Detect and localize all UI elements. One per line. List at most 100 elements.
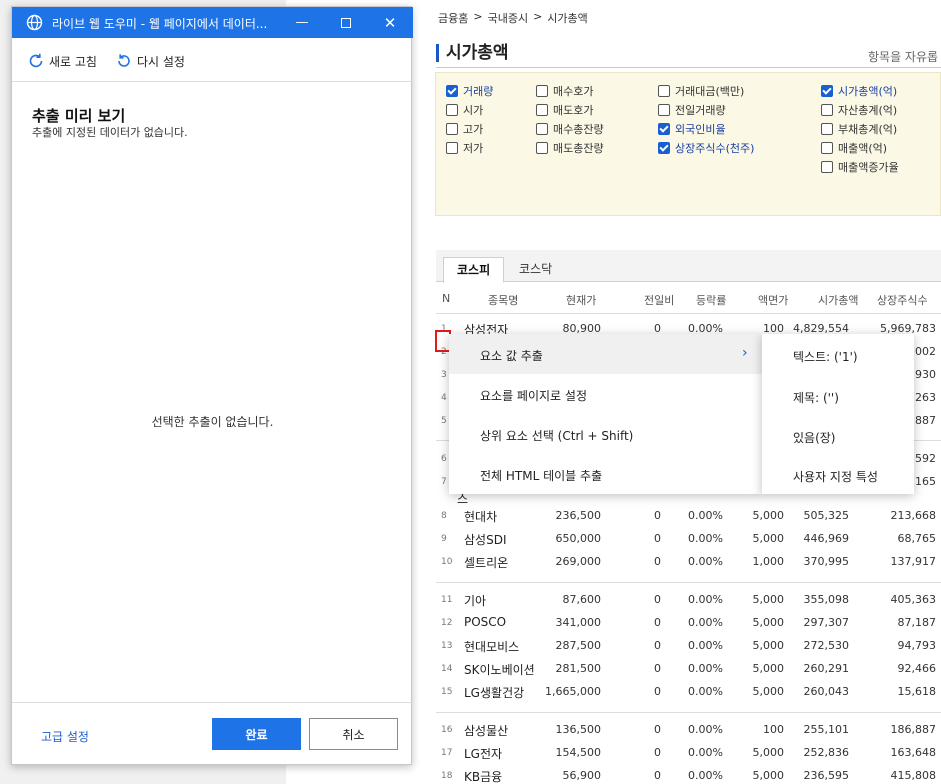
cancel-button[interactable]: 취소 bbox=[309, 718, 398, 750]
cell-face: 5,000 bbox=[752, 509, 785, 522]
cell-face: 5,000 bbox=[752, 639, 785, 652]
column-option-checkbox[interactable]: 거래량 bbox=[446, 83, 493, 99]
column-option-checkbox[interactable]: 매수총잔량 bbox=[536, 121, 604, 137]
checkbox-unchecked-icon bbox=[536, 104, 548, 116]
table-row[interactable]: 17 LG전자 154,500 0 0.00% 5,000 252,836 163,648 bbox=[436, 742, 941, 764]
cell-diff: 0 bbox=[654, 662, 661, 675]
stock-name-link[interactable]: POSCO bbox=[464, 615, 506, 629]
tab-kosdaq[interactable]: 코스닥 bbox=[506, 257, 565, 283]
table-row[interactable]: 12 POSCO 341,000 0 0.00% 5,000 297,307 87,187 bbox=[436, 612, 941, 634]
column-option-checkbox[interactable]: 전일거래량 bbox=[658, 102, 726, 118]
table-row[interactable]: 16 삼성물산 136,500 0 0.00% 100 255,101 186,887 bbox=[436, 719, 941, 741]
tab-kospi[interactable]: 코스피 bbox=[443, 257, 505, 283]
cell-price: 87,600 bbox=[562, 593, 602, 606]
stock-name-link[interactable]: 기아 bbox=[464, 592, 486, 609]
column-option-checkbox[interactable]: 저가 bbox=[446, 140, 483, 156]
reset-button[interactable]: 다시 설정 bbox=[115, 52, 185, 70]
cell-shares: 186,887 bbox=[890, 723, 937, 736]
column-option-checkbox[interactable]: 매수호가 bbox=[536, 83, 593, 99]
breadcrumb-item[interactable]: 시가총액 bbox=[547, 10, 587, 26]
stock-name-link[interactable]: 삼성SDI bbox=[464, 531, 506, 548]
cell-shares: 415,808 bbox=[890, 769, 937, 782]
submenu-item-exists[interactable]: 있음(장) bbox=[793, 429, 835, 446]
row-number: 17 bbox=[441, 748, 453, 758]
row-number: 12 bbox=[441, 618, 453, 628]
checkbox-label: 거래량 bbox=[463, 85, 494, 98]
done-button[interactable]: 완료 bbox=[212, 718, 301, 750]
col-face: 액면가 bbox=[758, 294, 789, 307]
cell-shares: 68,765 bbox=[897, 532, 937, 545]
table-row[interactable]: 9 삼성SDI 650,000 0 0.00% 5,000 446,969 68,765 bbox=[436, 528, 941, 550]
checkbox-unchecked-icon bbox=[821, 104, 833, 116]
breadcrumb-item[interactable]: 국내증시 bbox=[488, 10, 528, 26]
column-option-checkbox[interactable]: 부채총계(억) bbox=[821, 121, 897, 137]
cell-diff: 0 bbox=[654, 532, 661, 545]
row-number: 11 bbox=[441, 595, 453, 605]
maximize-button[interactable] bbox=[324, 7, 368, 38]
checkbox-unchecked-icon bbox=[446, 142, 458, 154]
row-number: 3 bbox=[441, 370, 447, 380]
refresh-button[interactable]: 새로 고침 bbox=[27, 52, 97, 70]
column-option-checkbox[interactable]: 상장주식수(천주) bbox=[658, 140, 754, 156]
stock-name-link[interactable]: 현대모비스 bbox=[464, 638, 519, 655]
column-option-checkbox[interactable]: 매출액(억) bbox=[821, 140, 887, 156]
col-rate: 등락률 bbox=[696, 294, 727, 307]
table-row[interactable]: 15 LG생활건강 1,665,000 0 0.00% 5,000 260,043 15,61… bbox=[436, 681, 941, 703]
column-option-checkbox[interactable]: 시가총액(억) bbox=[821, 83, 897, 99]
column-option-checkbox[interactable]: 거래대금(백만) bbox=[658, 83, 744, 99]
checkbox-unchecked-icon bbox=[446, 123, 458, 135]
live-web-helper-window: 라이브 웹 도우미 - 웹 페이지에서 데이터... — ✕ 새로 고침 다시 … bbox=[11, 6, 413, 765]
stock-name-link[interactable]: 셀트리온 bbox=[464, 554, 508, 571]
column-option-checkbox[interactable]: 매도호가 bbox=[536, 102, 593, 118]
table-row[interactable]: 10 셀트리온 269,000 0 0.00% 1,000 370,995 137,917 bbox=[436, 551, 941, 573]
checkbox-label: 시가 bbox=[463, 104, 484, 117]
stock-name-link[interactable]: 현대차 bbox=[464, 508, 497, 525]
checkbox-unchecked-icon bbox=[821, 161, 833, 173]
menu-item-select-parent[interactable]: 상위 요소 선택 (Ctrl + Shift) bbox=[449, 414, 762, 454]
checkbox-label: 시가총액(억) bbox=[838, 85, 898, 98]
breadcrumb-item[interactable]: 금융홈 bbox=[438, 10, 468, 26]
chevron-right-icon: › bbox=[742, 345, 748, 361]
stock-name-link[interactable]: LG전자 bbox=[464, 745, 502, 762]
breadcrumb-separator: > bbox=[473, 10, 483, 23]
checkbox-label: 매도총잔량 bbox=[553, 142, 604, 155]
submenu-item-text[interactable]: 텍스트: ('1') bbox=[793, 348, 858, 365]
stock-name-link[interactable]: LG생활건강 bbox=[464, 684, 524, 701]
empty-state-text: 선택한 추출이 없습니다. bbox=[151, 415, 274, 429]
stock-name-link[interactable]: KB금융 bbox=[464, 768, 502, 784]
row-number: 7 bbox=[441, 477, 447, 487]
cell-rate: 0.00% bbox=[688, 509, 723, 522]
column-option-checkbox[interactable]: 시가 bbox=[446, 102, 483, 118]
minimize-button[interactable]: — bbox=[280, 7, 324, 38]
column-option-checkbox[interactable]: 고가 bbox=[446, 121, 483, 137]
submenu-item-custom-attribute[interactable]: 사용자 지정 특성 bbox=[793, 468, 878, 485]
close-button[interactable]: ✕ bbox=[368, 7, 412, 38]
table-row[interactable]: 18 KB금융 56,900 0 0.00% 5,000 236,595 415,808 bbox=[436, 765, 941, 784]
cell-shares: 94,793 bbox=[897, 639, 937, 652]
cell-diff: 0 bbox=[654, 685, 661, 698]
cell-price: 269,000 bbox=[555, 555, 602, 568]
cell-shares: 405,363 bbox=[890, 593, 937, 606]
column-option-checkbox[interactable]: 매도총잔량 bbox=[536, 140, 604, 156]
column-option-checkbox[interactable]: 외국인비율 bbox=[658, 121, 726, 137]
menu-item-extract-table[interactable]: 전체 HTML 테이블 추출 bbox=[449, 454, 762, 494]
table-row[interactable]: 14 SK이노베이션 281,500 0 0.00% 5,000 260,291 92,466 bbox=[436, 658, 941, 680]
column-option-checkbox[interactable]: 매출액증가율 bbox=[821, 159, 899, 175]
stock-name-link[interactable]: SK이노베이션 bbox=[464, 661, 535, 678]
refresh-icon bbox=[29, 53, 43, 68]
advanced-settings-link[interactable]: 고급 설정 bbox=[41, 728, 89, 745]
table-row[interactable]: 11 기아 87,600 0 0.00% 5,000 355,098 405,363 bbox=[436, 589, 941, 611]
minimize-icon: — bbox=[295, 15, 309, 30]
cell-rate: 0.00% bbox=[688, 723, 723, 736]
cell-cap: 505,325 bbox=[803, 509, 850, 522]
stock-name-link[interactable]: 삼성물산 bbox=[464, 722, 508, 739]
cell-price: 287,500 bbox=[555, 639, 602, 652]
menu-item-extract-value[interactable]: 요소 값 추출 › bbox=[449, 334, 762, 374]
col-cap: 시가총액 bbox=[818, 294, 859, 307]
table-row[interactable]: 13 현대모비스 287,500 0 0.00% 5,000 272,530 94,793 bbox=[436, 635, 941, 657]
submenu-item-title[interactable]: 제목: ('') bbox=[793, 389, 839, 406]
column-option-checkbox[interactable]: 자산총계(억) bbox=[821, 102, 897, 118]
cell-rate: 0.00% bbox=[688, 555, 723, 568]
menu-item-set-as-page[interactable]: 요소를 페이지로 설정 bbox=[449, 374, 762, 414]
table-row[interactable]: 8 현대차 236,500 0 0.00% 5,000 505,325 213,668 bbox=[436, 505, 941, 527]
